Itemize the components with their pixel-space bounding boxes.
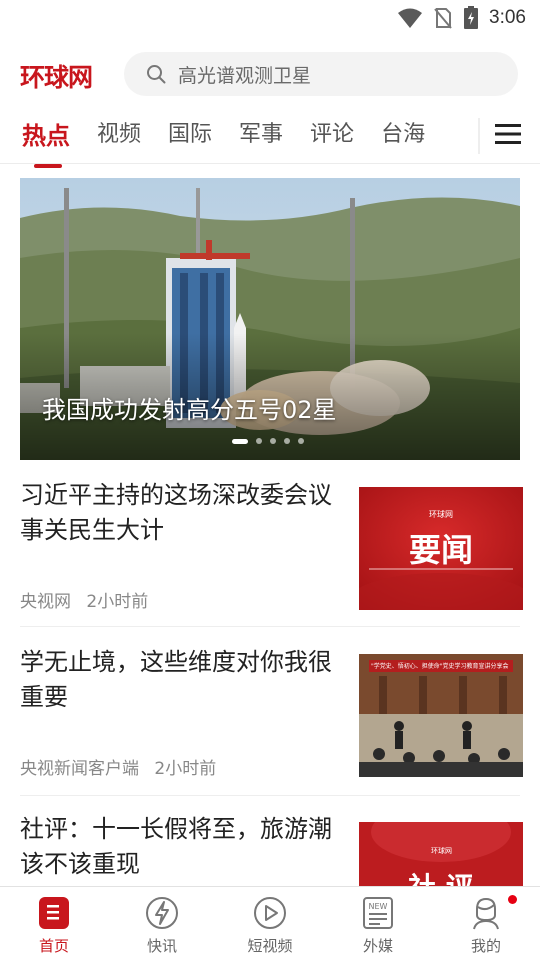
nav-label: 快讯 bbox=[146, 937, 177, 955]
news-thumbnail: "学党史、悟初心、担使命"党史学习教育宣讲分享会 bbox=[359, 654, 523, 777]
search-bar[interactable]: 高光谱观测卫星 bbox=[124, 52, 518, 96]
home-icon bbox=[39, 897, 69, 929]
banner-caption: 我国成功发射高分五号02星 bbox=[42, 396, 337, 424]
news-item[interactable]: 习近平主持的这场深改委会议 事关民生大计 央视网 2小时前 环球网 要闻 bbox=[20, 478, 523, 614]
news-thumbnail: 环球网 要闻 bbox=[359, 487, 523, 610]
status-bar: 3:06 bbox=[0, 0, 540, 38]
nav-label: 首页 bbox=[38, 937, 69, 955]
tab-commentary[interactable]: 评论 bbox=[310, 116, 354, 156]
news-title: 习近平主持的这场深改委会议 事关民生大计 bbox=[20, 481, 332, 544]
carousel-dot bbox=[256, 438, 262, 444]
news-source: 央视新闻客户端 bbox=[20, 759, 139, 779]
nav-flash-news[interactable]: 快讯 bbox=[122, 895, 202, 956]
news-time: 2小时前 bbox=[154, 759, 217, 779]
news-thumbnail: 环球网 社 评 bbox=[359, 822, 523, 886]
thumb-logo: 环球网 bbox=[431, 847, 452, 855]
thumb-logo: 环球网 bbox=[429, 510, 453, 519]
news-meta: 央视网 2小时前 bbox=[20, 587, 148, 612]
carousel-dot bbox=[298, 438, 304, 444]
news-title: 社评：十一长假将至，旅游潮该不该重现 bbox=[20, 815, 332, 878]
news-meta: 央视新闻客户端 2小时前 bbox=[20, 754, 216, 779]
news-time: 2小时前 bbox=[86, 592, 149, 612]
search-icon bbox=[147, 65, 166, 84]
nav-short-video[interactable]: 短视频 bbox=[230, 895, 310, 956]
no-sim-icon bbox=[434, 8, 452, 29]
profile-icon bbox=[473, 897, 499, 930]
tab-military[interactable]: 军事 bbox=[239, 116, 283, 156]
carousel-dot bbox=[270, 438, 276, 444]
news-source: 央视网 bbox=[20, 592, 71, 612]
tab-international[interactable]: 国际 bbox=[168, 116, 212, 156]
battery-charging-icon bbox=[464, 6, 479, 29]
tab-taiwan-strait[interactable]: 台海 bbox=[381, 116, 425, 156]
bottom-nav: 首页 快讯 短视频 NEW 外媒 我的 bbox=[0, 886, 540, 960]
play-icon bbox=[254, 897, 286, 929]
nav-home[interactable]: 首页 bbox=[14, 895, 94, 956]
news-item[interactable]: 社评：十一长假将至，旅游潮该不该重现 环球网 社 评 bbox=[20, 812, 523, 892]
status-time: 3:06 bbox=[489, 7, 526, 28]
tab-video[interactable]: 视频 bbox=[97, 116, 141, 156]
top-banner[interactable]: 我国成功发射高分五号02星 bbox=[20, 178, 520, 460]
news-item[interactable]: 学无止境，这些维度对你我很重要 央视新闻客户端 2小时前 "学党史、悟初心、担使… bbox=[20, 645, 523, 781]
nav-label: 我的 bbox=[470, 937, 501, 955]
search-placeholder: 高光谱观测卫星 bbox=[178, 64, 312, 87]
thumb-banner-text: "学党史、悟初心、担使命"党史学习教育宣讲分享会 bbox=[371, 663, 509, 670]
news-divider bbox=[20, 626, 520, 627]
thumb-label: 社 评 bbox=[359, 866, 523, 886]
app-logo[interactable]: 环球网 bbox=[20, 58, 93, 94]
news-title: 学无止境，这些维度对你我很重要 bbox=[20, 648, 332, 711]
wifi-icon bbox=[398, 8, 423, 28]
menu-icon[interactable] bbox=[494, 122, 522, 146]
carousel-dot bbox=[284, 438, 290, 444]
news-divider bbox=[20, 795, 520, 796]
carousel-indicator bbox=[232, 438, 304, 444]
carousel-dot-active bbox=[232, 438, 248, 444]
svg-text:NEW: NEW bbox=[369, 902, 388, 911]
category-tabs: 热点 视频 国际 军事 评论 台海 bbox=[0, 108, 540, 168]
nav-label: 外媒 bbox=[362, 937, 393, 955]
thumb-label: 要闻 bbox=[408, 531, 473, 569]
notification-badge bbox=[508, 895, 517, 904]
nav-foreign-media[interactable]: NEW 外媒 bbox=[338, 895, 418, 956]
newspaper-icon: NEW bbox=[363, 897, 393, 929]
header: 环球网 高光谱观测卫星 bbox=[0, 48, 540, 100]
lightning-icon bbox=[146, 897, 178, 929]
tab-divider bbox=[478, 118, 480, 154]
nav-profile[interactable]: 我的 bbox=[446, 895, 526, 956]
nav-label: 短视频 bbox=[247, 937, 293, 955]
tab-hot[interactable]: 热点 bbox=[22, 116, 70, 168]
